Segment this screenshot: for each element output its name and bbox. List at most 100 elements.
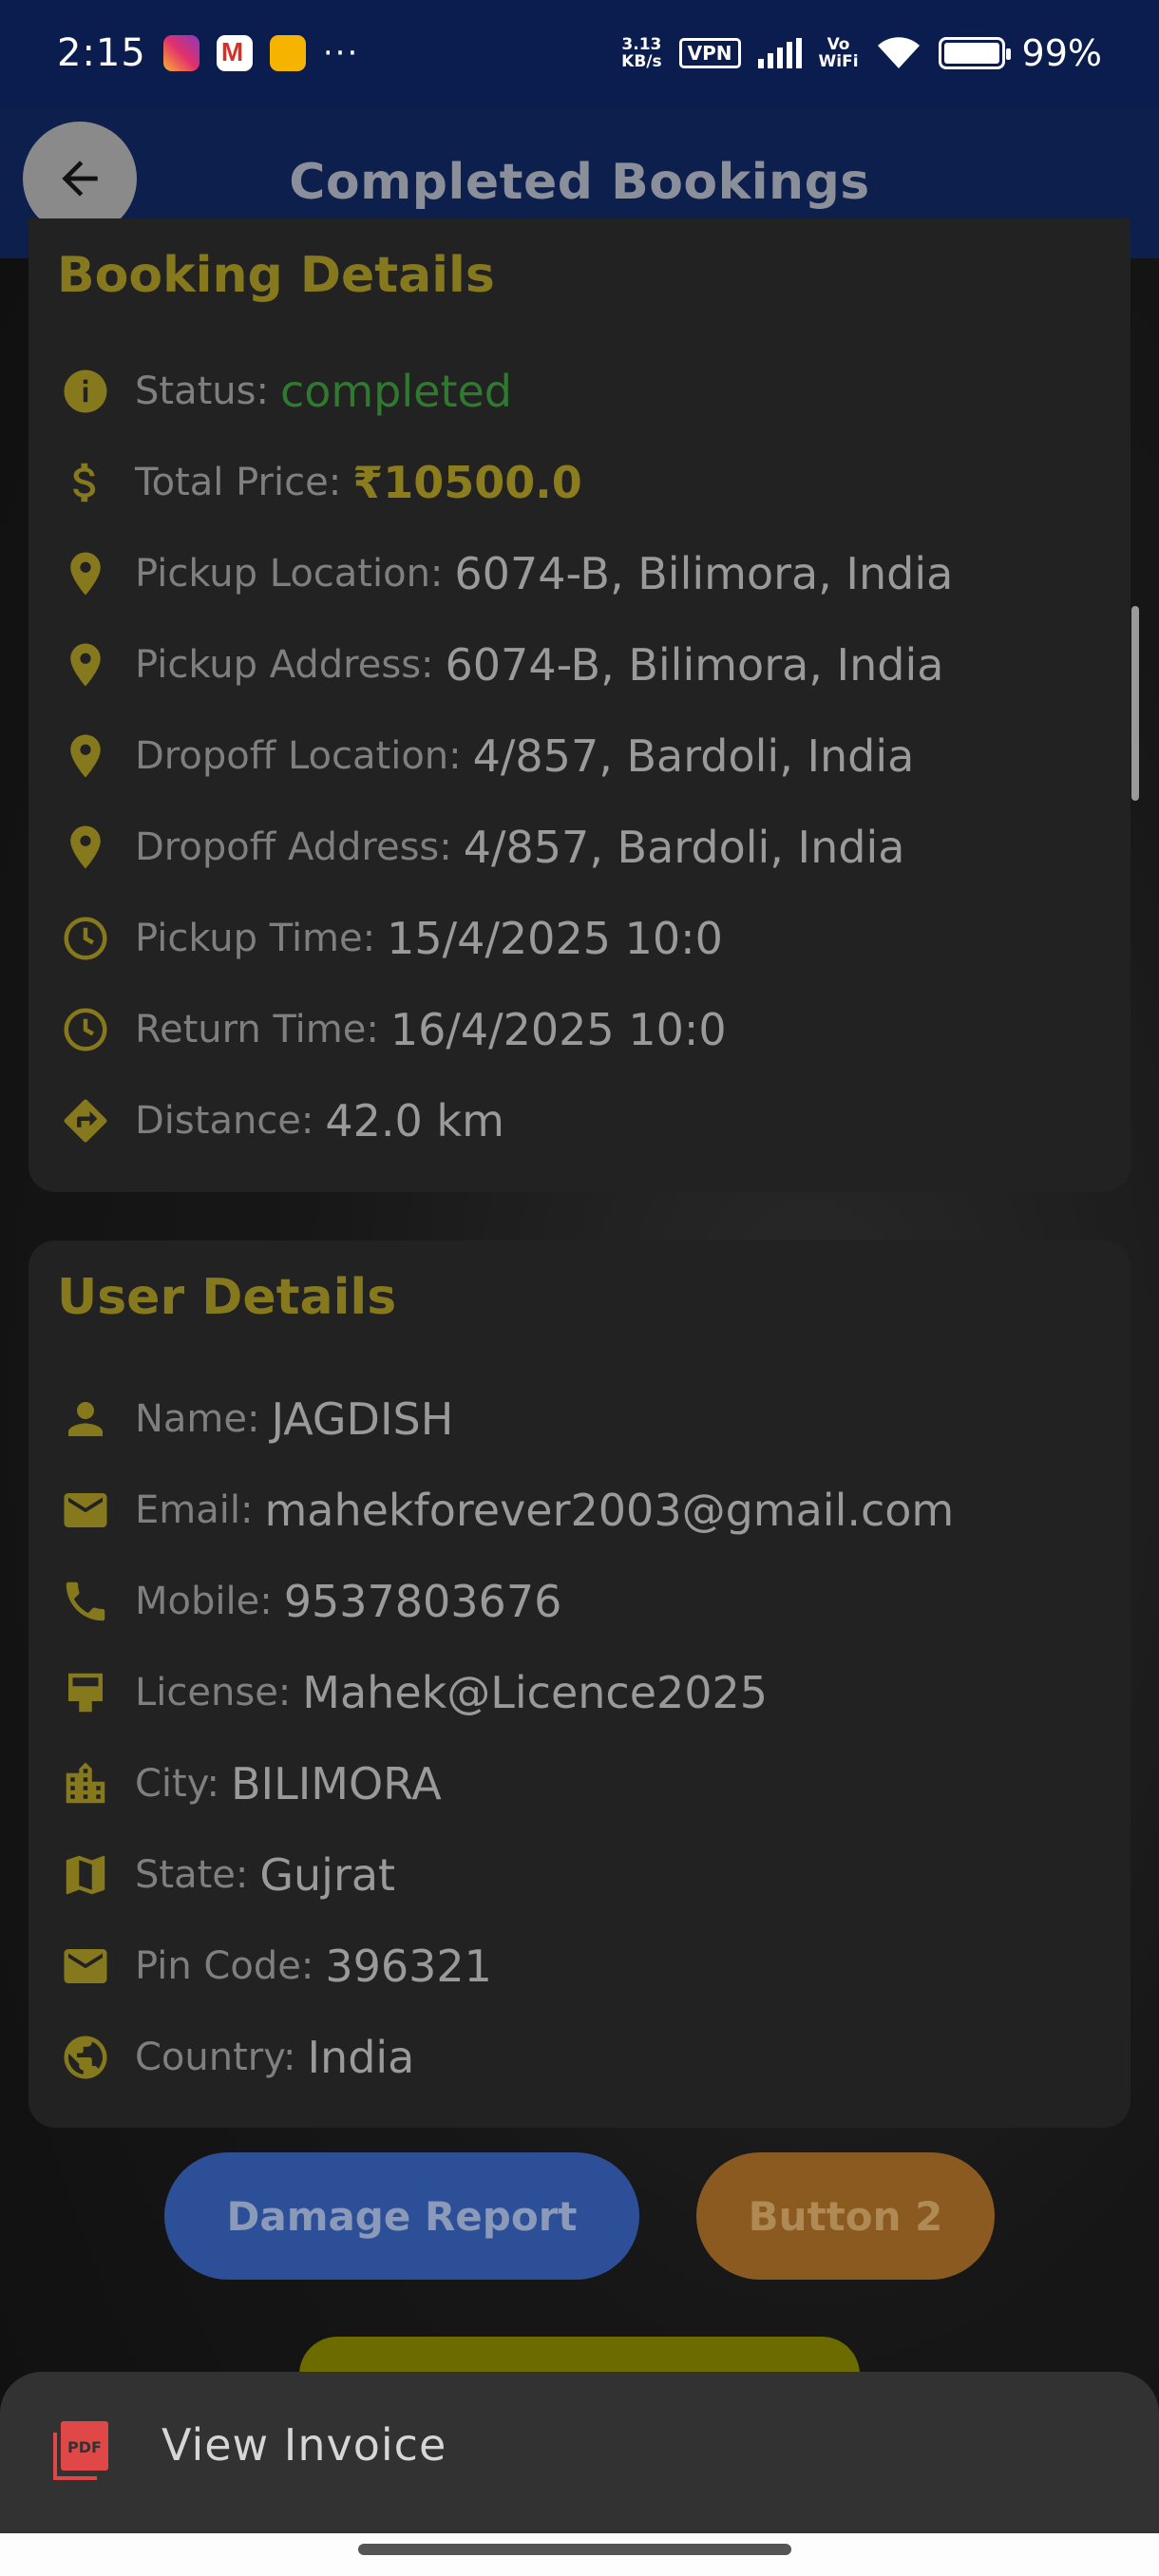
status-value: completed [279,366,512,417]
detail-row-pickup-address: Pickup Address: 6074-B, Bilimora, India [57,627,943,703]
user-row-mobile: Mobile: 9537803676 [57,1563,561,1639]
name-value: JAGDISH [271,1393,454,1445]
state-label: State: [135,1853,249,1897]
return-time-value: 16/4/2025 10:0 [390,1004,727,1055]
user-details-title: User Details [57,1269,397,1326]
distance-value: 42.0 km [325,1095,504,1146]
user-row-state: State: Gujrat [57,1837,395,1913]
mail-icon [57,1938,114,1995]
user-row-pincode: Pin Code: 396321 [57,1928,492,2004]
wifi-icon [877,37,920,68]
email-label: Email: [135,1488,254,1532]
notes-icon [269,35,306,71]
home-gesture-handle[interactable] [358,2544,791,2555]
net-speed: 3.13 KB/s [621,36,661,70]
mobile-value: 9537803676 [283,1576,562,1627]
vpn-badge: VPN [678,38,741,68]
country-label: Country: [135,2036,296,2079]
email-value: mahekforever2003@gmail.com [264,1485,955,1536]
info-icon [57,363,114,420]
mail-icon [57,1482,114,1539]
pincode-label: Pin Code: [135,1944,314,1988]
detail-row-dropoff-address: Dropoff Address: 4/857, Bardoli, India [57,809,904,885]
state-value: Gujrat [259,1849,396,1901]
directions-icon [57,1092,114,1149]
dropoff-address-label: Dropoff Address: [135,825,452,869]
instagram-icon [162,35,200,71]
phone-icon [57,1573,114,1630]
status-right: 3.13 KB/s VPN Vo WiFi 99% [621,32,1102,74]
clock-icon [57,910,114,967]
status-bar: 2:15 ··· 3.13 KB/s VPN Vo WiFi 99% [0,0,1159,106]
dropoff-location-value: 4/857, Bardoli, India [472,730,915,782]
location-pin-icon [57,728,114,785]
pickup-time-label: Pickup Time: [135,917,376,960]
damage-report-button[interactable]: Damage Report [164,2152,639,2280]
gmail-icon [216,35,253,71]
pickup-location-value: 6074-B, Bilimora, India [454,548,954,599]
status-left: 2:15 ··· [57,31,359,75]
globe-icon [57,2029,114,2086]
location-pin-icon [57,636,114,693]
city-label: City: [135,1762,219,1806]
view-invoice-sheet[interactable]: PDF View Invoice [0,2372,1159,2533]
vowifi-bottom: WiFi [818,52,859,71]
pdf-icon: PDF [53,2421,108,2480]
status-label: Status: [135,369,269,413]
license-label: License: [135,1671,292,1714]
battery-percent: 99% [1021,32,1102,74]
page-title: Completed Bookings [289,154,870,211]
view-invoice-label: View Invoice [162,2419,447,2471]
signal-icon [757,38,802,68]
booking-details-card: Booking Details Status: completed Total … [28,218,1130,1192]
vowifi-badge: Vo WiFi [819,36,859,70]
user-row-license: License: Mahek@Licence2025 [57,1655,768,1731]
map-icon [57,1847,114,1904]
user-details-card: User Details Name: JAGDISH Email: mahekf… [28,1241,1130,2128]
detail-row-price: Total Price: ₹10500.0 [57,445,582,521]
pdf-icon-text: PDF [67,2438,102,2456]
user-row-city: City: BILIMORA [57,1746,442,1822]
booking-details-title: Booking Details [57,247,495,304]
pickup-time-value: 15/4/2025 10:0 [387,913,723,964]
distance-label: Distance: [135,1099,314,1143]
person-icon [57,1391,114,1448]
location-pin-icon [57,545,114,602]
pickup-address-value: 6074-B, Bilimora, India [445,639,944,691]
net-speed-value: 3.13 [621,35,662,54]
user-row-country: Country: India [57,2019,414,2095]
arrow-back-icon [62,161,98,197]
detail-row-dropoff-location: Dropoff Location: 4/857, Bardoli, India [57,718,914,794]
name-label: Name: [135,1397,260,1441]
pincode-value: 396321 [325,1941,492,1992]
city-icon [57,1755,114,1812]
city-value: BILIMORA [230,1758,442,1809]
pickup-address-label: Pickup Address: [135,643,434,687]
clock-time: 2:15 [57,31,146,75]
price-value: ₹10500.0 [352,457,582,508]
license-value: Mahek@Licence2025 [302,1667,769,1718]
license-card-icon [57,1664,114,1721]
detail-row-pickup-time: Pickup Time: 15/4/2025 10:0 [57,900,723,976]
vowifi-top: Vo [826,35,850,54]
detail-row-distance: Distance: 42.0 km [57,1083,504,1159]
net-speed-unit: KB/s [621,52,662,71]
scrollbar[interactable] [1131,606,1139,801]
price-label: Total Price: [135,461,342,504]
detail-row-pickup-location: Pickup Location: 6074-B, Bilimora, India [57,536,953,612]
user-row-email: Email: mahekforever2003@gmail.com [57,1472,954,1548]
battery-icon [938,37,1011,69]
dropoff-location-label: Dropoff Location: [135,734,462,778]
dollar-icon [57,454,114,511]
detail-row-return-time: Return Time: 16/4/2025 10:0 [57,992,727,1068]
mobile-label: Mobile: [135,1580,273,1623]
dropoff-address-value: 4/857, Bardoli, India [463,822,905,873]
detail-row-status: Status: completed [57,353,512,429]
return-time-label: Return Time: [135,1008,379,1051]
country-value: India [307,2032,415,2083]
button-2[interactable]: Button 2 [696,2152,995,2280]
overflow-dots-icon: ··· [322,34,360,72]
clock-icon [57,1001,114,1058]
pickup-location-label: Pickup Location: [135,552,444,596]
user-row-name: Name: JAGDISH [57,1381,453,1457]
